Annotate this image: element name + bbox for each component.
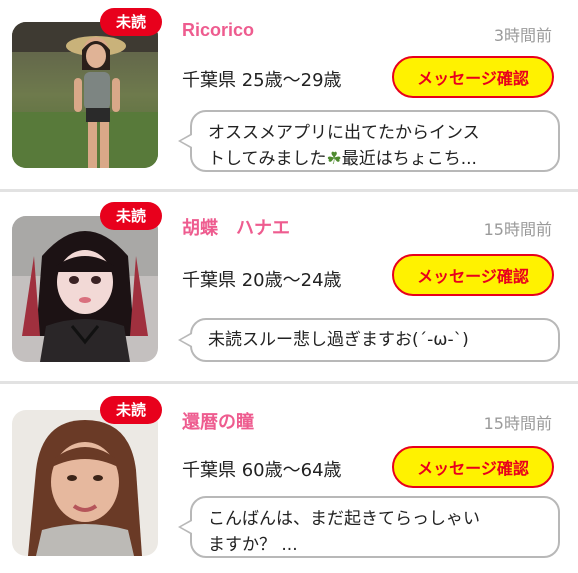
avatar-container[interactable]: 未読 bbox=[12, 202, 162, 362]
unread-badge: 未読 bbox=[100, 202, 162, 230]
bubble-tail bbox=[178, 519, 192, 535]
message-preview[interactable]: こんばんは、まだ起きてらっしゃい ますか？ ... bbox=[178, 496, 560, 558]
message-card[interactable]: 未読 Ricorico 3時間前 千葉県 25歳〜29歳 メッセージ確認 オスス… bbox=[0, 0, 578, 192]
sender-name[interactable]: 還暦の瞳 bbox=[182, 408, 254, 434]
message-line: トしてみました☘最近はちょこち... bbox=[208, 146, 542, 172]
sender-name[interactable]: Ricorico bbox=[182, 20, 254, 41]
bubble-tail bbox=[178, 133, 192, 149]
view-message-button[interactable]: メッセージ確認 bbox=[392, 56, 554, 98]
unread-badge: 未読 bbox=[100, 396, 162, 424]
message-card[interactable]: 未読 還暦の瞳 15時間前 千葉県 60歳〜64歳 メッセージ確認 こんばんは、… bbox=[0, 384, 578, 573]
message-line: 未読スルー悲し過ぎますお(´-ω-`) bbox=[208, 330, 469, 350]
bubble-tail bbox=[178, 332, 192, 348]
timestamp: 15時間前 bbox=[483, 220, 552, 239]
location-age: 千葉県 20歳〜24歳 bbox=[182, 270, 342, 291]
avatar-container[interactable]: 未読 bbox=[12, 8, 162, 168]
avatar[interactable] bbox=[12, 410, 158, 556]
sender-name[interactable]: 胡蝶 ハナエ bbox=[182, 214, 290, 240]
location-age: 千葉県 25歳〜29歳 bbox=[182, 70, 342, 91]
timestamp: 15時間前 bbox=[483, 414, 552, 433]
view-message-button[interactable]: メッセージ確認 bbox=[392, 254, 554, 296]
message-line: オススメアプリに出てたからインス bbox=[208, 123, 480, 143]
message-line: ますか？ ... bbox=[208, 535, 298, 555]
avatar[interactable] bbox=[12, 216, 158, 362]
message-card[interactable]: 未読 胡蝶 ハナエ 15時間前 千葉県 20歳〜24歳 メッセージ確認 未読スル… bbox=[0, 192, 578, 384]
message-preview[interactable]: 未読スルー悲し過ぎますお(´-ω-`) bbox=[178, 318, 560, 362]
message-preview[interactable]: オススメアプリに出てたからインス トしてみました☘最近はちょこち... bbox=[178, 110, 560, 172]
message-list: 未読 Ricorico 3時間前 千葉県 25歳〜29歳 メッセージ確認 オスス… bbox=[0, 0, 578, 573]
location-age: 千葉県 60歳〜64歳 bbox=[182, 460, 342, 481]
unread-badge: 未読 bbox=[100, 8, 162, 36]
clover-icon: ☘ bbox=[326, 149, 342, 169]
avatar[interactable] bbox=[12, 22, 158, 168]
message-line: こんばんは、まだ起きてらっしゃい bbox=[208, 509, 480, 529]
message-text: 最近はちょこち... bbox=[341, 149, 477, 169]
view-message-button[interactable]: メッセージ確認 bbox=[392, 446, 554, 488]
avatar-container[interactable]: 未読 bbox=[12, 396, 162, 556]
timestamp: 3時間前 bbox=[493, 26, 552, 45]
message-text: トしてみました bbox=[208, 149, 327, 169]
